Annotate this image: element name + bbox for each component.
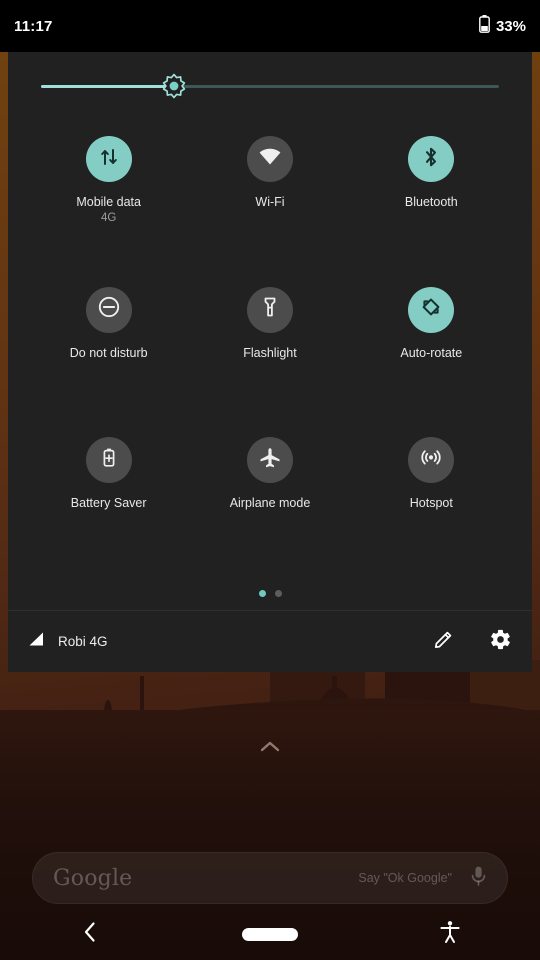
tile-mobile-data[interactable]: Mobile data 4G bbox=[28, 124, 189, 275]
tile-auto-rotate-label: Auto-rotate bbox=[400, 345, 463, 360]
microphone-icon[interactable] bbox=[470, 865, 487, 892]
tile-do-not-disturb-circle[interactable] bbox=[85, 286, 132, 333]
tile-airplane-mode-circle[interactable] bbox=[246, 437, 293, 484]
tile-bluetooth[interactable]: Bluetooth bbox=[351, 124, 512, 275]
tile-do-not-disturb-label: Do not disturb bbox=[69, 345, 148, 360]
tile-auto-rotate[interactable]: Auto-rotate bbox=[351, 275, 512, 426]
hotspot-icon bbox=[419, 446, 443, 475]
page-dot-1[interactable] bbox=[258, 589, 266, 597]
brightness-slider[interactable] bbox=[8, 52, 532, 120]
tile-hotspot[interactable]: Hotspot bbox=[351, 425, 512, 576]
pencil-edit-icon[interactable] bbox=[433, 628, 455, 655]
accessibility-person-icon bbox=[439, 920, 461, 949]
page-indicator bbox=[8, 576, 532, 610]
ok-google-hint: Say "Ok Google" bbox=[358, 871, 452, 885]
tile-do-not-disturb[interactable]: Do not disturb bbox=[28, 275, 189, 426]
nav-accessibility-button[interactable] bbox=[360, 920, 540, 949]
status-clock: 11:17 bbox=[14, 17, 53, 35]
tile-battery-saver[interactable]: Battery Saver bbox=[28, 425, 189, 576]
page-dot-2[interactable] bbox=[274, 589, 282, 597]
tile-bluetooth-circle[interactable] bbox=[408, 136, 455, 182]
quick-settings-tiles: Mobile data 4G Wi-Fi Bluetooth Do not di… bbox=[8, 120, 532, 576]
airplane-icon bbox=[258, 446, 282, 475]
nav-back-button[interactable] bbox=[0, 920, 180, 949]
signal-bars-icon bbox=[28, 631, 46, 652]
gear-settings-icon[interactable] bbox=[489, 628, 512, 656]
tile-wifi[interactable]: Wi-Fi bbox=[189, 124, 350, 275]
status-bar: 11:17 33% bbox=[0, 0, 540, 52]
brightness-sun-icon[interactable] bbox=[161, 73, 187, 99]
tile-hotspot-label: Hotspot bbox=[409, 496, 453, 511]
google-search-bar[interactable]: Google Say "Ok Google" bbox=[32, 852, 508, 904]
data-transfer-icon bbox=[98, 146, 120, 173]
battery-icon bbox=[479, 14, 490, 38]
brightness-track[interactable] bbox=[41, 73, 499, 99]
battery-percentage: 33% bbox=[495, 17, 526, 35]
tile-mobile-data-label: Mobile data bbox=[76, 195, 141, 209]
tile-mobile-data-circle[interactable] bbox=[85, 136, 132, 182]
tile-airplane-mode[interactable]: Airplane mode bbox=[189, 425, 350, 576]
battery-saver-icon bbox=[98, 447, 120, 474]
tile-auto-rotate-circle[interactable] bbox=[408, 286, 455, 333]
tile-flashlight-circle[interactable] bbox=[246, 286, 293, 333]
home-pill-icon bbox=[242, 927, 298, 941]
brightness-fill bbox=[41, 84, 174, 88]
tile-hotspot-circle[interactable] bbox=[408, 437, 455, 484]
tile-battery-saver-label: Battery Saver bbox=[70, 496, 147, 511]
tile-wifi-circle[interactable] bbox=[246, 136, 293, 182]
tile-wifi-label: Wi-Fi bbox=[255, 195, 285, 209]
nav-home-button[interactable] bbox=[180, 927, 360, 941]
tile-bluetooth-label: Bluetooth bbox=[404, 195, 458, 209]
navigation-bar bbox=[0, 908, 540, 960]
back-chevron-icon bbox=[81, 920, 99, 949]
tile-flashlight-label: Flashlight bbox=[243, 345, 297, 360]
chevron-up-icon[interactable] bbox=[259, 740, 281, 759]
carrier-label: Robi 4G bbox=[58, 634, 108, 649]
auto-rotate-icon bbox=[419, 295, 443, 324]
tile-mobile-data-sublabel: 4G bbox=[100, 211, 117, 224]
quick-settings-panel: Mobile data 4G Wi-Fi Bluetooth Do not di… bbox=[8, 52, 532, 672]
status-bar-right: 33% bbox=[479, 14, 526, 38]
quick-settings-footer: Robi 4G bbox=[8, 610, 532, 672]
do-not-disturb-icon bbox=[97, 295, 121, 324]
bluetooth-icon bbox=[420, 146, 442, 173]
tile-airplane-mode-label: Airplane mode bbox=[229, 496, 311, 511]
tile-flashlight[interactable]: Flashlight bbox=[189, 275, 350, 426]
flashlight-icon bbox=[259, 296, 281, 323]
tile-battery-saver-circle[interactable] bbox=[85, 437, 132, 484]
footer-actions bbox=[433, 628, 512, 656]
google-logo-text: Google bbox=[53, 865, 133, 891]
wifi-icon bbox=[258, 145, 282, 174]
